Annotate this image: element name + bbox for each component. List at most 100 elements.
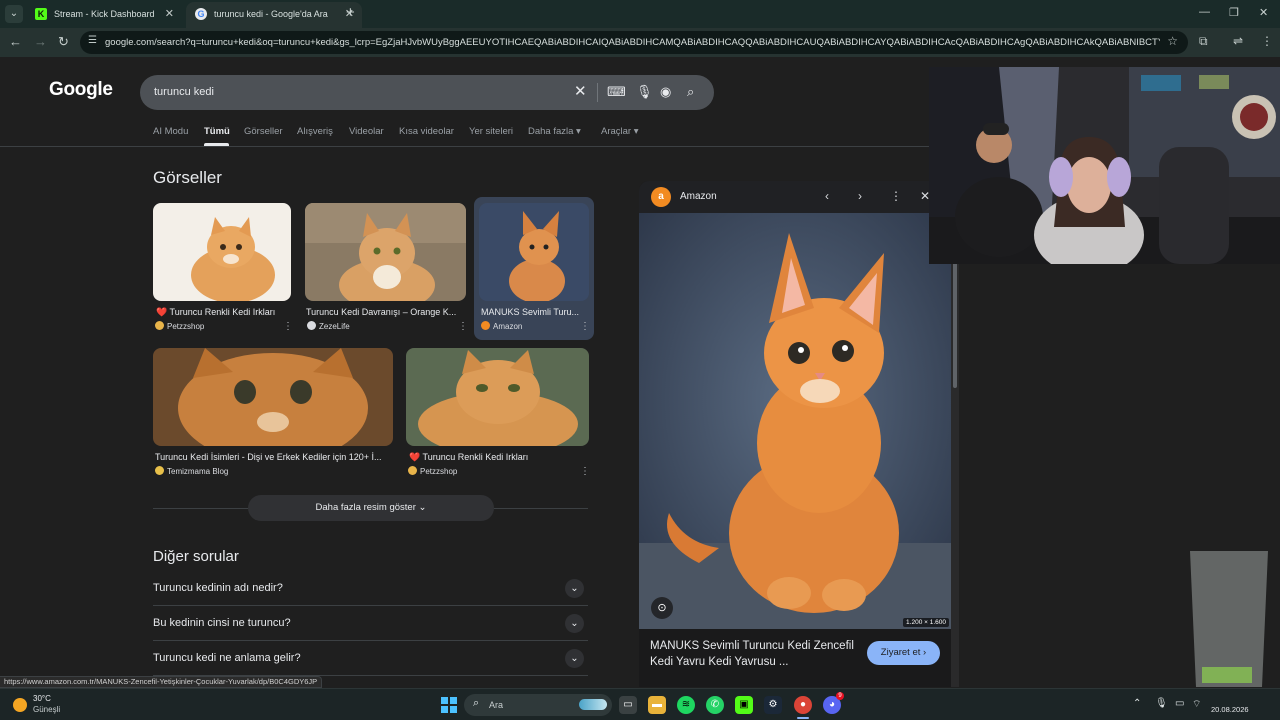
chrome-icon[interactable]: ●	[794, 696, 812, 714]
whatsapp-icon[interactable]: ✆	[706, 696, 724, 714]
caption-text: Turuncu Renkli Kedi Irkları	[422, 452, 529, 462]
filter-ai-mode[interactable]: AI Modu	[153, 126, 188, 137]
forward-icon[interactable]: →	[34, 34, 47, 49]
previous-icon[interactable]: ‹	[825, 189, 829, 203]
image-thumb-3[interactable]	[479, 203, 589, 301]
minimize-icon[interactable]: —	[1199, 6, 1210, 18]
taskbar-date[interactable]: 20.08.2026	[1211, 705, 1249, 714]
more-options-icon[interactable]: ⋮	[580, 321, 590, 332]
preview-scrollbar[interactable]	[951, 213, 959, 687]
tab-kick-dashboard[interactable]: K Stream - Kick Dashboard ✕	[26, 2, 182, 28]
image-caption-3[interactable]: MANUKS Sevimli Turu...	[481, 307, 586, 317]
file-explorer-icon[interactable]: ▬	[648, 696, 666, 714]
sun-icon[interactable]	[13, 698, 27, 712]
filter-tools[interactable]: Araçlar ▾	[601, 126, 639, 137]
tray-chevron-icon[interactable]: ⌃	[1133, 698, 1141, 709]
webcam-feed-image	[929, 67, 1280, 264]
microphone-icon[interactable]: 🎙	[1155, 698, 1168, 709]
more-options-icon[interactable]: ⋮	[458, 321, 468, 332]
source-text: ZezeLife	[319, 322, 350, 331]
steam-icon[interactable]: ⚙	[764, 696, 782, 714]
question-row[interactable]: Turuncu kedi ne anlama gelir? ⌄	[153, 641, 588, 676]
divider	[153, 508, 248, 509]
cat-resting-image	[406, 348, 589, 446]
image-source-4[interactable]: Temizmama Blog	[155, 466, 228, 476]
question-row[interactable]: Turuncu kedinin adı nedir? ⌄	[153, 571, 588, 606]
image-source-5[interactable]: Petzzshop	[408, 466, 457, 476]
network-icon[interactable]: ⌔	[1192, 698, 1201, 711]
more-options-icon[interactable]: ⋮	[890, 189, 902, 203]
more-options-icon[interactable]: ⋮	[283, 321, 293, 332]
chevron-down-icon[interactable]: ⌄	[565, 579, 584, 598]
profile-icon[interactable]: ⇌	[1233, 34, 1243, 48]
filter-short-videos[interactable]: Kısa videolar	[399, 126, 454, 137]
image-caption-2[interactable]: Turuncu Kedi Davranışı – Orange K...	[306, 307, 464, 317]
preview-image[interactable]: 1.200 × 1.600 ⊙	[639, 213, 951, 629]
question-row[interactable]: Bu kedinin cinsi ne turuncu? ⌄	[153, 606, 588, 641]
image-caption-1[interactable]: ❤️ Turuncu Renkli Kedi Irkları	[156, 307, 286, 318]
next-icon[interactable]: ›	[858, 189, 862, 203]
image-thumb-2[interactable]	[305, 203, 466, 301]
kick-app-icon[interactable]: ▣	[735, 696, 753, 714]
search-highlight-image	[579, 699, 607, 710]
back-icon[interactable]: ←	[9, 34, 22, 49]
mic-icon[interactable]: 🎙	[636, 84, 653, 100]
caption-text: Turuncu Renkli Kedi Irkları	[169, 307, 276, 317]
filter-images[interactable]: Görseller	[244, 126, 283, 137]
new-tab-icon[interactable]: +	[346, 4, 355, 22]
search-icon[interactable]: ⌕	[687, 84, 694, 100]
more-images-button[interactable]: Daha fazla resim göster ⌄	[248, 495, 494, 521]
browser-menu-icon[interactable]: ⋮	[1261, 34, 1273, 48]
tab-close-icon[interactable]: ✕	[165, 2, 174, 26]
search-query[interactable]: turuncu kedi	[154, 75, 214, 110]
search-icon: ⌕	[473, 697, 480, 709]
taskbar-search[interactable]: ⌕ Ara	[464, 694, 612, 716]
filter-more[interactable]: Daha fazla ▾	[528, 126, 581, 137]
search-input[interactable]: turuncu kedi ✕ ⌨ 🎙 ◉ ⌕	[140, 75, 714, 110]
adult-cat-image	[305, 203, 466, 301]
image-caption-5[interactable]: ❤️ Turuncu Renkli Kedi Irkları	[409, 452, 584, 463]
lens-icon[interactable]: ⊙	[651, 597, 673, 619]
image-thumb-5[interactable]	[406, 348, 589, 446]
window-close-icon[interactable]: ✕	[1259, 6, 1268, 19]
windows-start-icon[interactable]	[441, 697, 457, 713]
lens-icon[interactable]: ◉	[660, 84, 671, 100]
chevron-down-icon[interactable]: ⌄	[565, 614, 584, 633]
visit-button[interactable]: Ziyaret et ›	[867, 641, 940, 665]
filter-shopping[interactable]: Alışveriş	[297, 126, 333, 137]
filter-places[interactable]: Yer siteleri	[469, 126, 513, 137]
filter-videos[interactable]: Videolar	[349, 126, 384, 137]
chevron-down-icon[interactable]: ⌄	[565, 649, 584, 668]
extensions-icon[interactable]: ⧉	[1199, 34, 1208, 49]
site-info-icon[interactable]: ☰	[88, 35, 97, 46]
weather-temp[interactable]: 30°C	[33, 694, 51, 703]
address-bar[interactable]: ☰ google.com/search?q=turuncu+kedi&oq=tu…	[80, 31, 1188, 54]
address-url[interactable]: google.com/search?q=turuncu+kedi&oq=turu…	[105, 31, 1160, 54]
tab-google-search[interactable]: G turuncu kedi - Google'da Ara ✕	[186, 2, 362, 28]
display-icon[interactable]: ▭	[1175, 698, 1184, 709]
temizmama-icon	[155, 466, 164, 475]
keyboard-icon[interactable]: ⌨	[607, 84, 626, 100]
image-source-2[interactable]: ZezeLife	[307, 321, 350, 331]
reload-icon[interactable]: ↻	[58, 34, 69, 50]
image-caption-4[interactable]: Turuncu Kedi İsimleri - Dişi ve Erkek Ke…	[155, 452, 391, 462]
more-options-icon[interactable]: ⋮	[580, 466, 590, 477]
weather-condition[interactable]: Güneşli	[33, 705, 60, 714]
google-icon: G	[195, 8, 207, 20]
status-url: https://www.amazon.com.tr/MANUKS-Zencefi…	[0, 676, 323, 688]
kitten-image	[639, 213, 951, 629]
image-thumb-1[interactable]	[153, 203, 291, 301]
task-view-icon[interactable]: ▭	[619, 696, 637, 714]
image-source-3[interactable]: Amazon	[481, 321, 522, 331]
restore-icon[interactable]: ❐	[1229, 6, 1239, 19]
image-source-1[interactable]: Petzzshop	[155, 321, 204, 331]
filter-all[interactable]: Tümü	[204, 126, 230, 137]
clear-search-icon[interactable]: ✕	[574, 82, 587, 100]
spotify-icon[interactable]: ≋	[677, 696, 695, 714]
bookmark-star-icon[interactable]: ☆	[1167, 34, 1178, 48]
preview-source[interactable]: Amazon	[680, 181, 717, 213]
preview-title[interactable]: MANUKS Sevimli Turuncu Kedi Zencefil Ked…	[650, 638, 860, 670]
google-logo[interactable]: Google	[49, 79, 113, 101]
tab-search-menu-icon[interactable]: ⌄	[5, 5, 23, 23]
image-thumb-4[interactable]	[153, 348, 393, 446]
